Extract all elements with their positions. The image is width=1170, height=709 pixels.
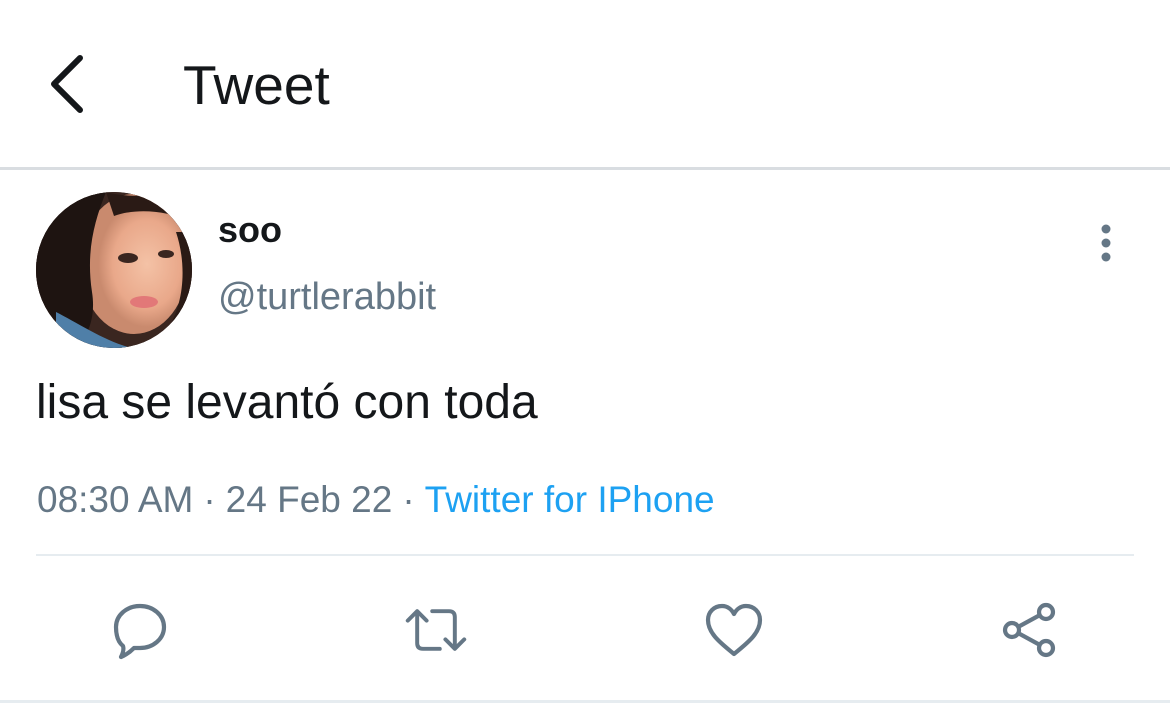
header-divider [0,167,1170,170]
share-button[interactable] [998,598,1062,662]
reply-button[interactable] [108,598,172,662]
retweet-button[interactable] [404,598,468,662]
tweet-text: lisa se levantó con toda [36,376,538,429]
meta-separator: · [402,479,415,520]
page-title: Tweet [183,54,330,116]
bottom-divider [0,700,1170,703]
tweet-metadata: 08:30 AM · 24 Feb 22 · Twitter for IPhone [37,477,715,523]
avatar-photo [36,192,192,348]
back-button[interactable] [36,44,100,124]
share-icon [1002,602,1056,658]
meta-divider [36,554,1134,556]
app-header: Tweet [0,0,1170,168]
chevron-left-icon [51,55,83,113]
author-display-name[interactable]: soo [218,208,282,252]
like-button[interactable] [702,598,766,662]
tweet-source-link[interactable]: Twitter for IPhone [425,479,715,520]
reply-icon [113,603,167,660]
more-vertical-icon [1101,224,1111,262]
more-options-button[interactable] [1082,218,1130,268]
tweet-time: 08:30 AM [37,479,194,520]
avatar[interactable] [36,192,192,348]
meta-separator: · [203,479,216,520]
author-handle[interactable]: @turtlerabbit [218,274,436,320]
tweet-date: 24 Feb 22 [225,479,393,520]
retweet-icon [405,609,467,651]
heart-icon [705,603,763,657]
